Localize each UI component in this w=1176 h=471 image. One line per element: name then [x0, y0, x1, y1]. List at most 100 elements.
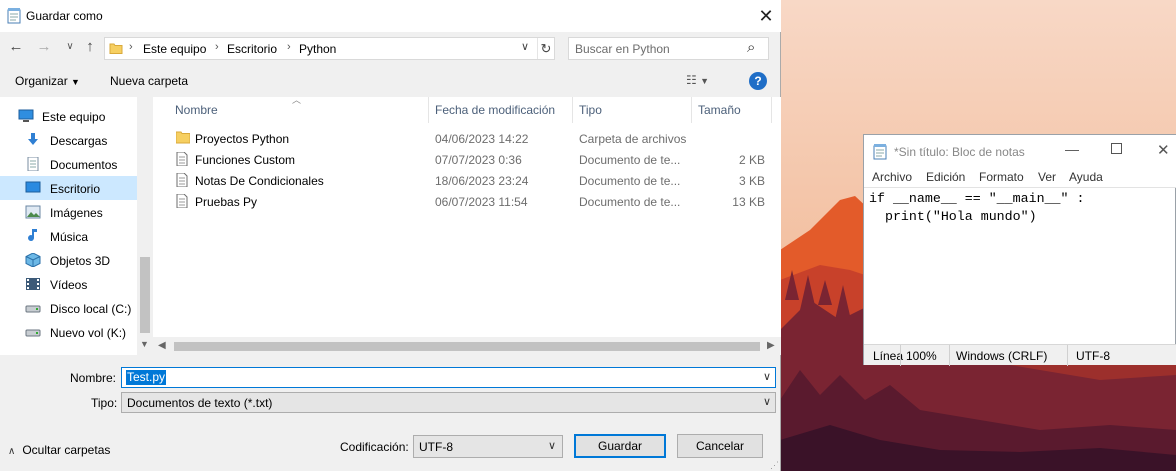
file-row[interactable]: Funciones Custom 07/07/2023 0:36 Documento… [169, 149, 769, 170]
notepad-editor[interactable]: if __name__ == "__main__" : print("Hola … [864, 187, 1176, 344]
forward-arrow-icon[interactable]: → [34, 37, 54, 57]
chevron-down-icon[interactable]: ∨ [521, 40, 529, 53]
encoding-select[interactable]: UTF-8 ∨ [413, 435, 563, 458]
close-icon[interactable]: ✕ [753, 3, 779, 29]
status-divider [949, 345, 950, 366]
column-header-label: Fecha de modificación [435, 103, 556, 117]
drive-icon [25, 325, 41, 339]
column-header-size[interactable]: Tamaño [692, 97, 772, 123]
file-name: Notas De Condicionales [195, 174, 324, 188]
column-header-modified[interactable]: Fecha de modificación [429, 97, 573, 123]
editor-text[interactable]: if __name__ == "__main__" : print("Hola … [869, 190, 1164, 340]
filename-input[interactable]: Test.py [126, 370, 167, 385]
column-header-label: Tamaño [698, 103, 741, 117]
sidebar-item-disco-local-c[interactable]: Disco local (C:) [0, 296, 137, 320]
chevron-up-icon: ∧ [8, 446, 16, 457]
file-modified: 04/06/2023 14:22 [435, 132, 529, 146]
file-type: Documento de te... [579, 174, 681, 188]
search-icon[interactable]: ⌕ [747, 39, 755, 56]
up-arrow-icon[interactable]: ↑ [80, 37, 100, 57]
sidebar-item-vídeos[interactable]: Vídeos [0, 272, 137, 296]
notepad-menu-bar: Archivo Edición Formato Ver Ayuda [864, 167, 1176, 187]
scrollbar-thumb[interactable] [140, 257, 150, 333]
breadcrumb-separator-icon: › [129, 41, 133, 53]
cancel-button[interactable]: Cancelar [677, 434, 763, 458]
status-divider [900, 345, 901, 366]
sidebar-item-label: Descargas [50, 134, 108, 148]
file-list: Nombre ︿ Fecha de modificación Tipo Tama… [153, 95, 781, 355]
sidebar-item-nuevo-vol-k[interactable]: Nuevo vol (K:) [0, 320, 137, 344]
file-row[interactable]: Notas De Condicionales 18/06/2023 23:24 Do… [169, 170, 769, 191]
address-bar[interactable]: › Este equipo › Escritorio › Python ∨ ↻ [104, 37, 555, 60]
status-encoding: UTF-8 [1076, 349, 1110, 363]
search-input[interactable] [575, 41, 745, 56]
organize-button[interactable]: Organizar ▼ [15, 74, 80, 88]
dialog-toolbar: Organizar ▼ Nueva carpeta ☷ ▼ ? [0, 64, 781, 97]
recent-locations-chevron-icon[interactable]: ∨ [60, 37, 80, 57]
save-button[interactable]: Guardar [574, 434, 666, 458]
breadcrumb-este-equipo[interactable]: Este equipo [143, 42, 206, 56]
download-icon [25, 133, 41, 147]
file-size: 13 KB [732, 195, 765, 209]
file-row[interactable]: Pruebas Py 06/07/2023 11:54 Documento de t… [169, 191, 769, 212]
sidebar-item-escritorio[interactable]: Escritorio [0, 176, 137, 200]
search-box[interactable]: ⌕ [568, 37, 769, 60]
menu-archivo[interactable]: Archivo [872, 170, 912, 184]
text-file-icon [176, 172, 188, 190]
new-folder-button[interactable]: Nueva carpeta [110, 74, 188, 88]
filename-label: Nombre: [70, 371, 117, 385]
encoding-value: UTF-8 [419, 440, 453, 454]
sidebar-item-objetos-3d[interactable]: Objetos 3D [0, 248, 137, 272]
dialog-title-bar[interactable]: Guardar como ✕ [0, 0, 781, 32]
scrollbar-thumb[interactable] [174, 342, 760, 351]
back-arrow-icon[interactable]: ← [6, 37, 26, 57]
menu-ayuda[interactable]: Ayuda [1069, 170, 1103, 184]
file-size: 3 KB [738, 174, 765, 188]
notepad-window: *Sin título: Bloc de notas — ✕ Archivo E… [863, 134, 1176, 366]
minimize-icon[interactable]: — [1062, 141, 1082, 157]
filename-combobox[interactable]: Test.py ∨ [121, 367, 776, 388]
view-options-icon[interactable]: ☷ ▼ [686, 73, 709, 87]
menu-ver[interactable]: Ver [1038, 170, 1056, 184]
breadcrumb-python[interactable]: Python [299, 42, 336, 56]
sidebar-item-label: Escritorio [50, 182, 101, 196]
sidebar-item-imágenes[interactable]: Imágenes [0, 200, 137, 224]
sidebar-item-este-equipo[interactable]: Este equipo [0, 104, 137, 128]
sidebar-item-label: Vídeos [50, 278, 88, 292]
hide-folders-button[interactable]: ∧ Ocultar carpetas [8, 443, 110, 457]
file-name: Pruebas Py [195, 195, 258, 209]
notepad-status-bar: Línea 100% Windows (CRLF) UTF-8 [864, 344, 1176, 366]
horizontal-scrollbar[interactable]: ◀ ▶ [153, 337, 781, 355]
sidebar-item-música[interactable]: Música [0, 224, 137, 248]
organize-label: Organizar [15, 74, 68, 88]
maximize-icon[interactable] [1111, 143, 1122, 154]
navigation-scrollbar[interactable]: ▼ [137, 97, 153, 355]
file-type: Documento de te... [579, 153, 681, 167]
sidebar-item-label: Documentos [50, 158, 118, 172]
file-modified: 07/07/2023 0:36 [435, 153, 522, 167]
file-row[interactable]: Proyectos Python 04/06/2023 14:22 Carpeta … [169, 128, 769, 149]
chevron-down-icon[interactable]: ∨ [763, 370, 771, 383]
refresh-icon[interactable]: ↻ [537, 38, 554, 59]
resize-grip-icon[interactable]: ⋰ [770, 460, 779, 471]
filetype-select[interactable]: Documentos de texto (*.txt) ∨ [121, 392, 776, 413]
notepad-title-bar[interactable]: *Sin título: Bloc de notas — ✕ [864, 135, 1176, 167]
scroll-down-icon[interactable]: ▼ [140, 339, 149, 349]
sidebar-item-descargas[interactable]: Descargas [0, 128, 137, 152]
sidebar-item-documentos[interactable]: Documentos [0, 152, 137, 176]
scroll-left-icon[interactable]: ◀ [158, 340, 166, 351]
close-icon[interactable]: ✕ [1157, 141, 1170, 159]
notepad-icon [873, 144, 887, 163]
computer-icon [18, 109, 34, 123]
breadcrumb-separator-icon: › [287, 41, 291, 53]
status-line-ending: Windows (CRLF) [956, 349, 1048, 363]
menu-formato[interactable]: Formato [979, 170, 1024, 184]
menu-edicion[interactable]: Edición [926, 170, 965, 184]
chevron-down-icon[interactable]: ∨ [763, 395, 771, 408]
chevron-down-icon[interactable]: ∨ [548, 439, 556, 452]
sort-ascending-icon: ︿ [292, 95, 302, 105]
scroll-right-icon[interactable]: ▶ [767, 340, 775, 351]
breadcrumb-escritorio[interactable]: Escritorio [227, 42, 277, 56]
help-icon[interactable]: ? [749, 72, 767, 90]
column-header-type[interactable]: Tipo [573, 97, 692, 123]
